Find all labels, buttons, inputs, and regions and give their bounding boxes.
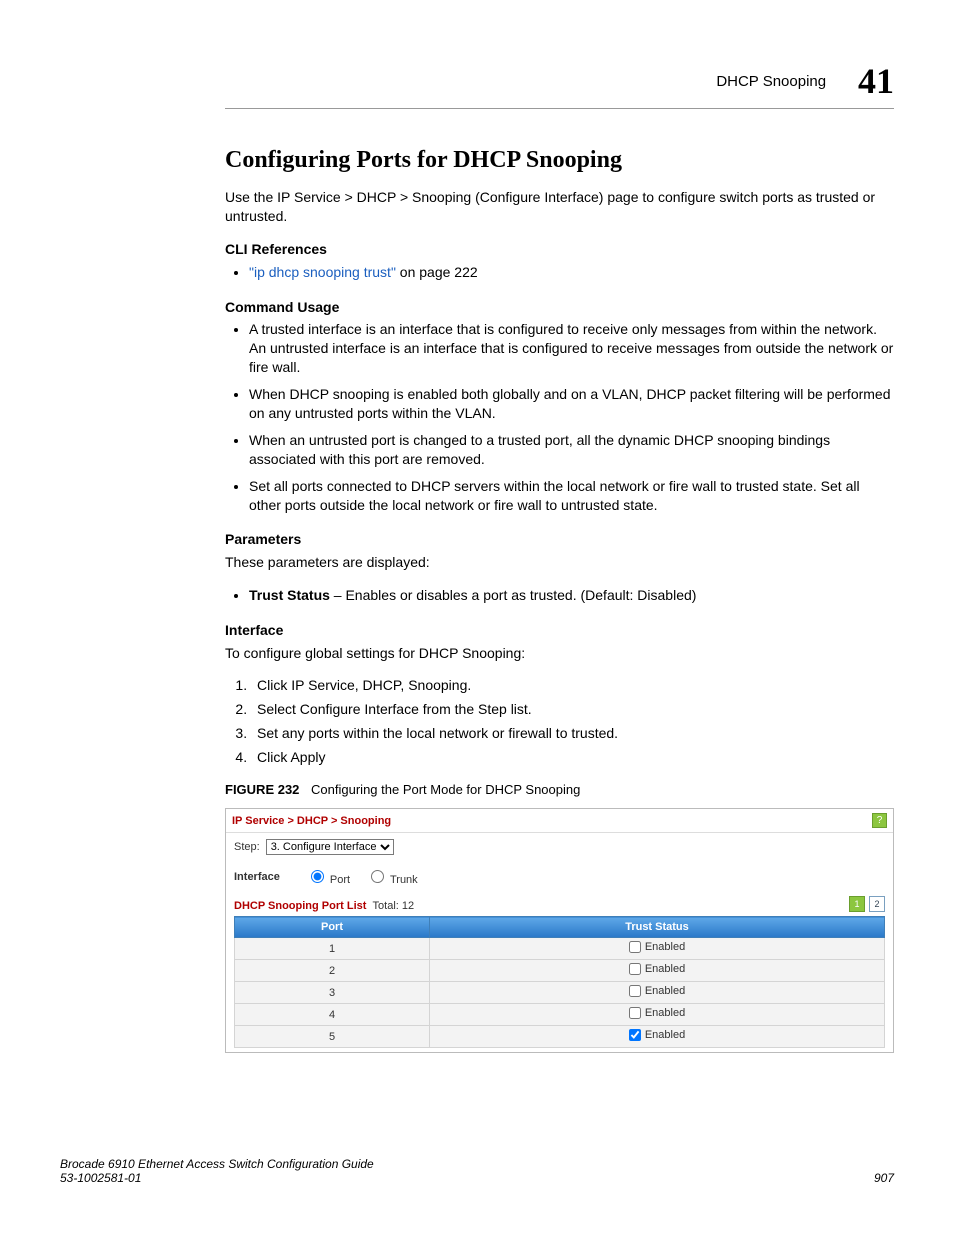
list-item: Trust Status – Enables or disables a por… (249, 586, 894, 605)
step-label: Step: (234, 841, 260, 853)
trust-enabled-label: Enabled (645, 985, 685, 997)
radio-trunk-wrap[interactable]: Trunk (366, 867, 418, 886)
radio-trunk[interactable] (371, 870, 384, 883)
cli-reference-item: "ip dhcp snooping trust" on page 222 (249, 263, 894, 282)
radio-port-label: Port (330, 874, 350, 886)
parameters-intro: These parameters are displayed: (225, 553, 894, 572)
trust-status-cell: Enabled (430, 938, 885, 960)
radio-port[interactable] (311, 870, 324, 883)
param-name: Trust Status (249, 587, 330, 603)
list-item: A trusted interface is an interface that… (249, 320, 894, 377)
table-row: 4 Enabled (235, 1004, 885, 1026)
interface-heading: Interface (225, 621, 894, 640)
interface-steps: Click IP Service, DHCP, Snooping. Select… (225, 677, 894, 765)
help-icon[interactable]: ? (872, 813, 887, 828)
footer-book: Brocade 6910 Ethernet Access Switch Conf… (60, 1157, 374, 1171)
list-item: Select Configure Interface from the Step… (251, 701, 894, 717)
table-row: 5 Enabled (235, 1026, 885, 1048)
pager: 1 2 (849, 896, 885, 912)
trust-enabled-checkbox[interactable] (629, 1007, 641, 1019)
trust-status-cell: Enabled (430, 1004, 885, 1026)
trust-enabled-label: Enabled (645, 1007, 685, 1019)
table-row: 1 Enabled (235, 938, 885, 960)
breadcrumb: IP Service > DHCP > Snooping (232, 815, 391, 827)
page-footer: Brocade 6910 Ethernet Access Switch Conf… (60, 1157, 894, 1185)
figure-caption: FIGURE 232 Configuring the Port Mode for… (225, 781, 894, 799)
col-port: Port (235, 917, 430, 938)
trust-enabled-checkbox[interactable] (629, 985, 641, 997)
figure-label: FIGURE 232 (225, 782, 299, 797)
config-panel: IP Service > DHCP > Snooping ? Step: 3. … (225, 808, 894, 1053)
page-header: DHCP Snooping 41 (225, 60, 894, 109)
trust-enabled-checkbox[interactable] (629, 941, 641, 953)
trust-status-cell: Enabled (430, 1026, 885, 1048)
radio-trunk-label: Trunk (390, 874, 418, 886)
trust-status-cell: Enabled (430, 982, 885, 1004)
intro-paragraph: Use the IP Service > DHCP > Snooping (Co… (225, 188, 894, 226)
port-cell: 3 (235, 982, 430, 1004)
trust-enabled-label: Enabled (645, 1029, 685, 1041)
page-button-1[interactable]: 1 (849, 896, 865, 912)
cli-references-list: "ip dhcp snooping trust" on page 222 (225, 263, 894, 282)
list-item: Click IP Service, DHCP, Snooping. (251, 677, 894, 693)
radio-port-wrap[interactable]: Port (306, 867, 350, 886)
command-usage-heading: Command Usage (225, 298, 894, 317)
parameters-heading: Parameters (225, 530, 894, 549)
footer-docid: 53-1002581-01 (60, 1171, 374, 1185)
port-table: Port Trust Status 1 Enabled 2 Enabled 3 Enabl… (234, 916, 885, 1048)
total-label: Total: (373, 900, 399, 912)
list-item: Click Apply (251, 749, 894, 765)
cli-reference-link[interactable]: "ip dhcp snooping trust" (249, 264, 396, 280)
trust-enabled-checkbox[interactable] (629, 1029, 641, 1041)
total-value: 12 (402, 900, 414, 912)
table-row: 3 Enabled (235, 982, 885, 1004)
list-item: When an untrusted port is changed to a t… (249, 431, 894, 469)
list-title-wrap: DHCP Snooping Port List Total: 12 (234, 900, 414, 912)
trust-status-cell: Enabled (430, 960, 885, 982)
list-item: When DHCP snooping is enabled both globa… (249, 385, 894, 423)
interface-row: Interface Port Trunk (226, 863, 893, 896)
step-select[interactable]: 3. Configure Interface (266, 839, 394, 855)
step-row: Step: 3. Configure Interface (226, 833, 893, 863)
param-desc: – Enables or disables a port as trusted.… (330, 587, 697, 603)
port-list-title: DHCP Snooping Port List (234, 900, 366, 912)
figure-title: Configuring the Port Mode for DHCP Snoop… (311, 782, 580, 797)
port-cell: 5 (235, 1026, 430, 1048)
port-cell: 2 (235, 960, 430, 982)
page-button-2[interactable]: 2 (869, 896, 885, 912)
interface-label: Interface (234, 871, 280, 883)
port-cell: 1 (235, 938, 430, 960)
parameters-list: Trust Status – Enables or disables a por… (225, 586, 894, 605)
trust-enabled-label: Enabled (645, 963, 685, 975)
chapter-number: 41 (858, 60, 894, 102)
trust-enabled-checkbox[interactable] (629, 963, 641, 975)
table-row: 2 Enabled (235, 960, 885, 982)
page-title: Configuring Ports for DHCP Snooping (225, 147, 894, 174)
port-cell: 4 (235, 1004, 430, 1026)
list-item: Set all ports connected to DHCP servers … (249, 477, 894, 515)
cli-references-heading: CLI References (225, 240, 894, 259)
cli-reference-suffix: on page 222 (396, 264, 478, 280)
interface-intro: To configure global settings for DHCP Sn… (225, 644, 894, 663)
list-item: Set any ports within the local network o… (251, 725, 894, 741)
section-title: DHCP Snooping (716, 73, 826, 90)
footer-pagenum: 907 (874, 1171, 894, 1185)
command-usage-list: A trusted interface is an interface that… (225, 320, 894, 514)
trust-enabled-label: Enabled (645, 941, 685, 953)
col-trust-status: Trust Status (430, 917, 885, 938)
